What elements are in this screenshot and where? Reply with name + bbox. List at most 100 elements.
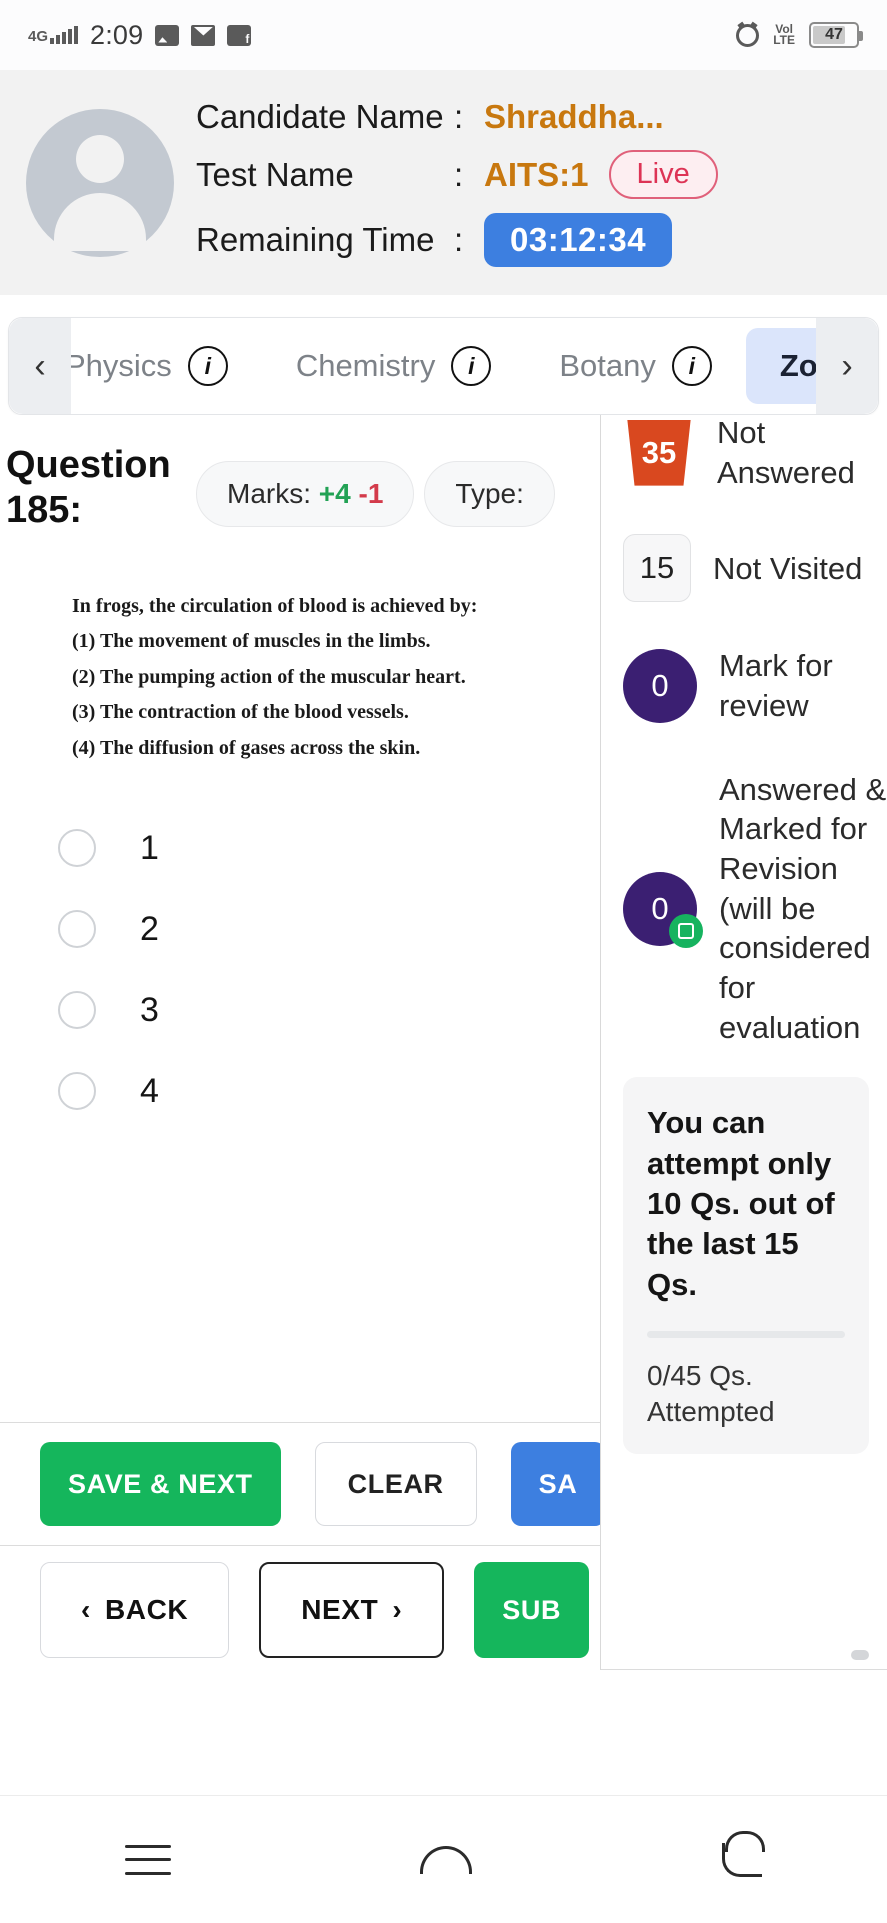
next-button[interactable]: NEXT ›: [259, 1562, 445, 1658]
tab-scroll-right-icon[interactable]: ›: [816, 318, 878, 414]
question-title: Question 185:: [6, 443, 186, 533]
progress-bar: [647, 1330, 845, 1338]
alarm-icon: [736, 23, 760, 47]
tab-scroll-left-icon[interactable]: ‹: [9, 318, 71, 414]
option-label-3: 3: [140, 990, 159, 1029]
network-type-label: 4G: [28, 28, 49, 45]
marks-negative: -1: [358, 478, 384, 509]
status-bar-left: 4G 2:09: [28, 19, 252, 51]
clear-button[interactable]: CLEAR: [314, 1442, 477, 1526]
chevron-left-icon: ‹: [81, 1594, 91, 1625]
info-icon[interactable]: i: [187, 346, 228, 386]
live-status-badge: Live: [608, 150, 718, 199]
answered-marked-count: 0: [651, 890, 669, 926]
question-pane: Question 185: Marks: +4 -1 Type: In frog…: [0, 415, 606, 1670]
question-number: 185:: [6, 488, 83, 531]
option-radio-2[interactable]: [58, 910, 96, 949]
main-content: Question 185: Marks: +4 -1 Type: In frog…: [0, 415, 887, 1670]
save-and-next-button[interactable]: SAVE & NEXT: [40, 1442, 281, 1526]
info-icon[interactable]: i: [671, 346, 712, 386]
attempt-limit-text: You can attempt only 10 Qs. out of the l…: [647, 1105, 835, 1302]
marks-label: Marks:: [227, 478, 311, 509]
status-bar-clock: 2:09: [90, 19, 144, 50]
status-bar-right: Vol LTE 47: [736, 22, 863, 48]
submit-button[interactable]: SUB: [474, 1562, 590, 1658]
remaining-time-colon: :: [454, 221, 464, 258]
subject-tab-bar-wrap: Physics i Chemistry i Botany i Zo ‹ ›: [0, 295, 887, 415]
attempted-count-text: 0/45 Qs. Attempted: [647, 1359, 775, 1427]
info-icon[interactable]: i: [451, 346, 492, 386]
option-label-2: 2: [140, 909, 159, 948]
volte-icon: Vol LTE: [773, 22, 795, 47]
system-navigation-bar: [0, 1795, 887, 1923]
menu-icon[interactable]: [124, 1844, 171, 1875]
home-icon[interactable]: [420, 1845, 473, 1874]
test-name-row: Test Name : AITS:1 Live: [196, 150, 887, 199]
app-icon: [227, 24, 252, 46]
back-button-label: BACK: [104, 1594, 189, 1625]
battery-icon: 47: [809, 22, 863, 48]
candidate-name-row: Candidate Name : Shraddha...: [196, 98, 887, 136]
option-radio-3[interactable]: [58, 991, 96, 1030]
candidate-name-colon: :: [454, 98, 464, 135]
type-badge: Type:: [424, 461, 555, 527]
remaining-time-row: Remaining Time : 03:12:34: [196, 213, 887, 267]
mail-icon: [191, 24, 216, 46]
remaining-time-label: Remaining Time: [196, 221, 435, 258]
marks-positive: +4: [318, 478, 351, 509]
signal-icon: 4G: [28, 26, 79, 45]
exam-app-screen: 4G 2:09 VolLTE 47 Candidate Name : Shrad…: [0, 0, 887, 1923]
candidate-name-value: Shraddha...: [484, 98, 664, 135]
back-icon[interactable]: [722, 1830, 766, 1877]
question-choice-2: (2) The pumping action of the muscular h…: [72, 665, 466, 688]
not-visited-label: Not Visited: [713, 550, 863, 586]
tab-botany[interactable]: Botany i: [525, 346, 746, 386]
not-answered-label: Not Answered: [717, 415, 855, 490]
answered-marked-count-badge: 0: [623, 871, 703, 948]
battery-level-label: 47: [825, 26, 843, 43]
signal-bars-icon: [50, 26, 79, 44]
question-status-sidebar: 35 Not Answered 15 Not Visited 0 Mark fo…: [600, 415, 887, 1670]
marks-badge: Marks: +4 -1: [196, 461, 415, 527]
back-button[interactable]: ‹ BACK: [40, 1562, 230, 1658]
avatar: [26, 108, 174, 257]
option-row-2[interactable]: 2: [58, 910, 600, 949]
navigation-action-bar: ‹ BACK NEXT › SUB: [0, 1546, 600, 1674]
option-radio-4[interactable]: [58, 1072, 96, 1111]
tab-botany-label: Botany: [559, 348, 656, 383]
option-row-1[interactable]: 1: [58, 829, 600, 868]
legend-row-not-visited: 15 Not Visited: [623, 534, 887, 603]
save-and-mark-button[interactable]: SA: [510, 1442, 606, 1526]
option-row-3[interactable]: 3: [58, 991, 600, 1030]
answer-options: 1 2 3 4: [58, 829, 600, 1111]
photo-icon: [155, 24, 180, 46]
tab-chemistry-label: Chemistry: [295, 348, 436, 383]
not-answered-count-badge: 35: [627, 419, 691, 486]
option-label-1: 1: [140, 828, 159, 867]
remaining-time-value: 03:12:34: [484, 213, 673, 267]
question-choice-1: (1) The movement of muscles in the limbs…: [72, 630, 431, 653]
status-legend: 35 Not Answered 15 Not Visited 0 Mark fo…: [623, 415, 887, 1047]
candidate-info-rows: Candidate Name : Shraddha... Test Name :…: [196, 98, 887, 267]
test-name-colon: :: [454, 155, 464, 193]
answered-marked-label: Answered & Marked for Revision (will be …: [719, 771, 887, 1045]
question-header: Question 185: Marks: +4 -1 Type:: [0, 415, 600, 533]
legend-row-not-answered: 35 Not Answered: [623, 415, 887, 492]
mark-for-review-count-badge: 0: [623, 649, 697, 724]
candidate-header: Candidate Name : Shraddha... Test Name :…: [0, 70, 887, 295]
answered-marked-check-icon: [669, 913, 703, 948]
tab-chemistry[interactable]: Chemistry i: [262, 346, 526, 386]
chevron-right-icon: ›: [392, 1594, 403, 1625]
type-label: Type:: [455, 478, 524, 509]
tab-zoology-label: Zo: [779, 348, 818, 383]
scrollbar-thumb[interactable]: [851, 1650, 869, 1660]
next-button-label: NEXT: [301, 1594, 379, 1625]
not-visited-count-badge: 15: [623, 534, 691, 603]
sidebar-bottom-divider: [601, 1669, 887, 1670]
option-row-4[interactable]: 4: [58, 1072, 600, 1111]
candidate-name-label: Candidate Name: [196, 98, 444, 135]
option-label-4: 4: [140, 1071, 159, 1110]
option-radio-1[interactable]: [58, 829, 96, 868]
primary-action-bar: SAVE & NEXT CLEAR SA: [0, 1422, 606, 1546]
question-choice-3: (3) The contraction of the blood vessels…: [72, 701, 409, 724]
